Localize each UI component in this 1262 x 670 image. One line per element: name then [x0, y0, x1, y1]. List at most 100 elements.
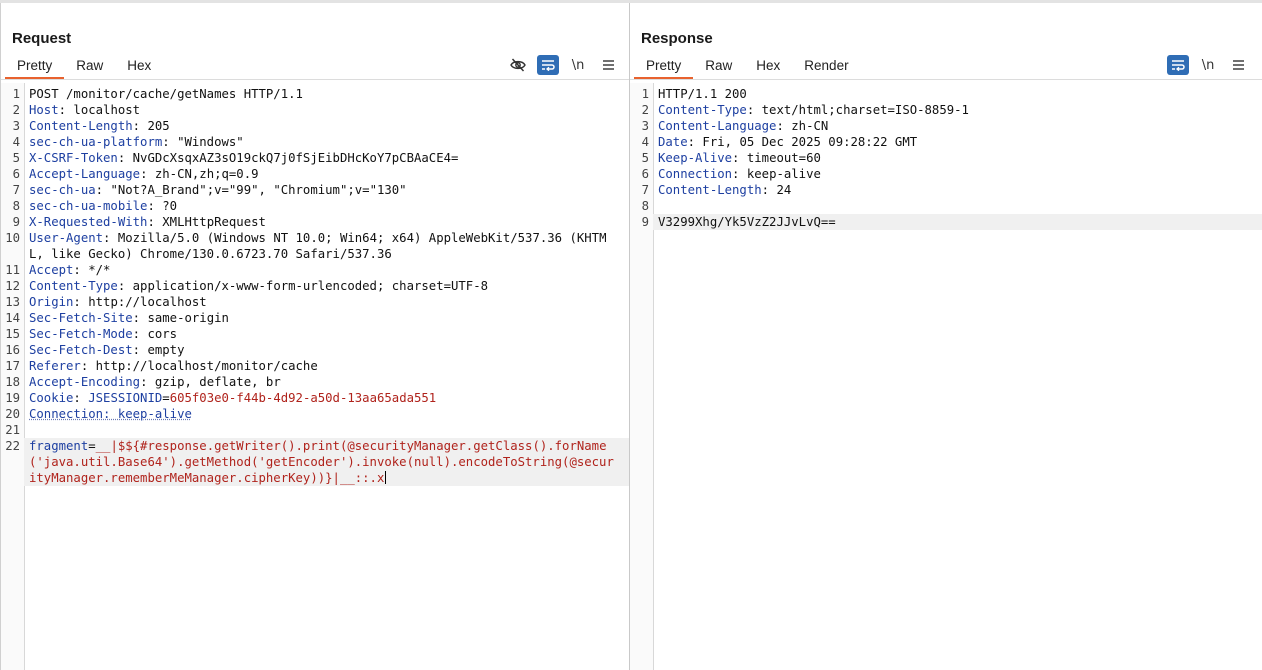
code-token: Accept-Language [29, 167, 141, 181]
code-token: : same-origin [132, 311, 229, 325]
code-line: 3 Content-Length: 205 [1, 118, 629, 134]
newline-toggle[interactable]: \n [567, 55, 589, 75]
line-content: Date: Fri, 05 Dec 2025 09:28:22 GMT [653, 134, 1262, 150]
code-line: 20 Connection: keep-alive [1, 406, 629, 422]
line-number: 6 [641, 167, 649, 181]
code-token: : empty [132, 343, 185, 357]
code-token: : XMLHttpRequest [147, 215, 266, 229]
wrap-lines-icon[interactable] [537, 55, 559, 75]
line-number: 8 [641, 199, 649, 213]
line-number: 20 [5, 407, 20, 421]
line-number: 7 [12, 183, 20, 197]
response-tab-raw[interactable]: Raw [693, 55, 744, 79]
code-line: 3 Content-Language: zh-CN [630, 118, 1262, 134]
response-editor[interactable]: 1 HTTP/1.1 200 2 Content-Type: text/html;ch… [630, 83, 1262, 670]
code-token: Keep-Alive [658, 151, 733, 165]
line-content: X-Requested-With: XMLHttpRequest [24, 214, 629, 230]
request-tools: \n [507, 55, 619, 75]
menu-icon[interactable] [597, 55, 619, 75]
line-number: 1 [12, 87, 20, 101]
line-number: 18 [5, 375, 20, 389]
newline-toggle[interactable]: \n [1197, 55, 1219, 75]
request-tab-raw[interactable]: Raw [64, 55, 115, 79]
line-content: sec-ch-ua: "Not?A_Brand";v="99", "Chromi… [24, 182, 629, 198]
tab-separator [1, 79, 629, 80]
response-tab-render[interactable]: Render [792, 55, 860, 79]
code-token: : http://localhost [73, 295, 207, 309]
line-number: 3 [641, 119, 649, 133]
code-token: Content-Type [658, 103, 747, 117]
code-line: 22 fragment=__|$${#response.getWriter().p… [1, 438, 629, 486]
line-content: sec-ch-ua-mobile: ?0 [24, 198, 629, 214]
code-line: 4 Date: Fri, 05 Dec 2025 09:28:22 GMT [630, 134, 1262, 150]
line-content: Origin: http://localhost [24, 294, 629, 310]
line-content: Referer: http://localhost/monitor/cache [24, 358, 629, 374]
line-content: sec-ch-ua-platform: "Windows" [24, 134, 629, 150]
line-number: 2 [12, 103, 20, 117]
line-number: 9 [12, 215, 20, 229]
response-tab-pretty[interactable]: Pretty [634, 55, 694, 79]
code-token: : gzip, deflate, br [140, 375, 281, 389]
code-line: 2 Content-Type: text/html;charset=ISO-885… [630, 102, 1262, 118]
code-line: 21 ​ [1, 422, 629, 438]
code-token: : 205 [132, 119, 170, 133]
code-token: __|$${#response.getWriter().print(@secur… [29, 439, 614, 485]
line-number: 15 [5, 327, 20, 341]
code-line: 5 Keep-Alive: timeout=60 [630, 150, 1262, 166]
code-line: 8 sec-ch-ua-mobile: ?0 [1, 198, 629, 214]
line-number: 4 [12, 135, 20, 149]
code-token: Host [29, 103, 59, 117]
line-number: 6 [12, 167, 20, 181]
code-line: 16 Sec-Fetch-Dest: empty [1, 342, 629, 358]
response-pane: Response Pretty Raw Hex Render \n 1 HTTP/… [629, 3, 1262, 670]
line-number: 3 [12, 119, 20, 133]
line-number: 8 [12, 199, 20, 213]
code-token: JSESSIONID [88, 391, 163, 405]
line-number: 1 [641, 87, 649, 101]
line-number: 5 [641, 151, 649, 165]
eye-slash-icon[interactable] [507, 55, 529, 75]
code-token: : cors [132, 327, 178, 341]
code-token: : ?0 [147, 199, 178, 213]
line-number: 2 [641, 103, 649, 117]
line-content: Accept-Encoding: gzip, deflate, br [24, 374, 629, 390]
code-token: 605f03e0-f44b-4d92-a50d-13aa65ada551 [169, 391, 437, 405]
code-token: : text/html;charset=ISO-8859-1 [746, 103, 969, 117]
line-number: 5 [12, 151, 20, 165]
code-token: Sec-Fetch-Dest [29, 343, 133, 357]
code-line: 9 X-Requested-With: XMLHttpRequest [1, 214, 629, 230]
line-content: X-CSRF-Token: NvGDcXsqxAZ3sO19ckQ7j0fSjE… [24, 150, 629, 166]
code-token: : timeout=60 [732, 151, 821, 165]
code-token: sec-ch-ua-mobile [29, 199, 148, 213]
code-line: 19 Cookie: JSESSIONID=605f03e0-f44b-4d92-… [1, 390, 629, 406]
line-content: ​ [24, 422, 629, 438]
code-token: : 24 [761, 183, 792, 197]
code-line: 1 HTTP/1.1 200 [630, 86, 1262, 102]
code-token: Accept-Encoding [29, 375, 141, 389]
line-content: Cookie: JSESSIONID=605f03e0-f44b-4d92-a5… [24, 390, 629, 406]
request-tab-hex[interactable]: Hex [115, 55, 163, 79]
menu-icon[interactable] [1227, 55, 1249, 75]
code-line: 2 Host: localhost [1, 102, 629, 118]
line-content: Accept: */* [24, 262, 629, 278]
code-token: : zh-CN,zh;q=0.9 [140, 167, 259, 181]
line-number: 16 [5, 343, 20, 357]
code-token: Referer [29, 359, 81, 373]
line-content: Accept-Language: zh-CN,zh;q=0.9 [24, 166, 629, 182]
code-token: Content-Length [658, 183, 762, 197]
line-content: Sec-Fetch-Site: same-origin [24, 310, 629, 326]
line-content: Content-Type: text/html;charset=ISO-8859… [653, 102, 1262, 118]
code-token: Cookie [29, 391, 74, 405]
response-tabs: Pretty Raw Hex Render [634, 55, 861, 81]
code-token: sec-ch-ua-platform [29, 135, 163, 149]
response-title: Response [641, 30, 713, 47]
request-editor[interactable]: 1 POST /monitor/cache/getNames HTTP/1.1 2 H… [1, 83, 629, 670]
code-token: : [73, 391, 89, 405]
code-line: 8​ [630, 198, 1262, 214]
wrap-lines-icon[interactable] [1167, 55, 1189, 75]
response-tab-hex[interactable]: Hex [744, 55, 792, 79]
line-content: User-Agent: Mozilla/5.0 (Windows NT 10.0… [24, 230, 629, 262]
request-tab-pretty[interactable]: Pretty [5, 55, 65, 79]
code-token: = [162, 391, 170, 405]
code-line: 14 Sec-Fetch-Site: same-origin [1, 310, 629, 326]
